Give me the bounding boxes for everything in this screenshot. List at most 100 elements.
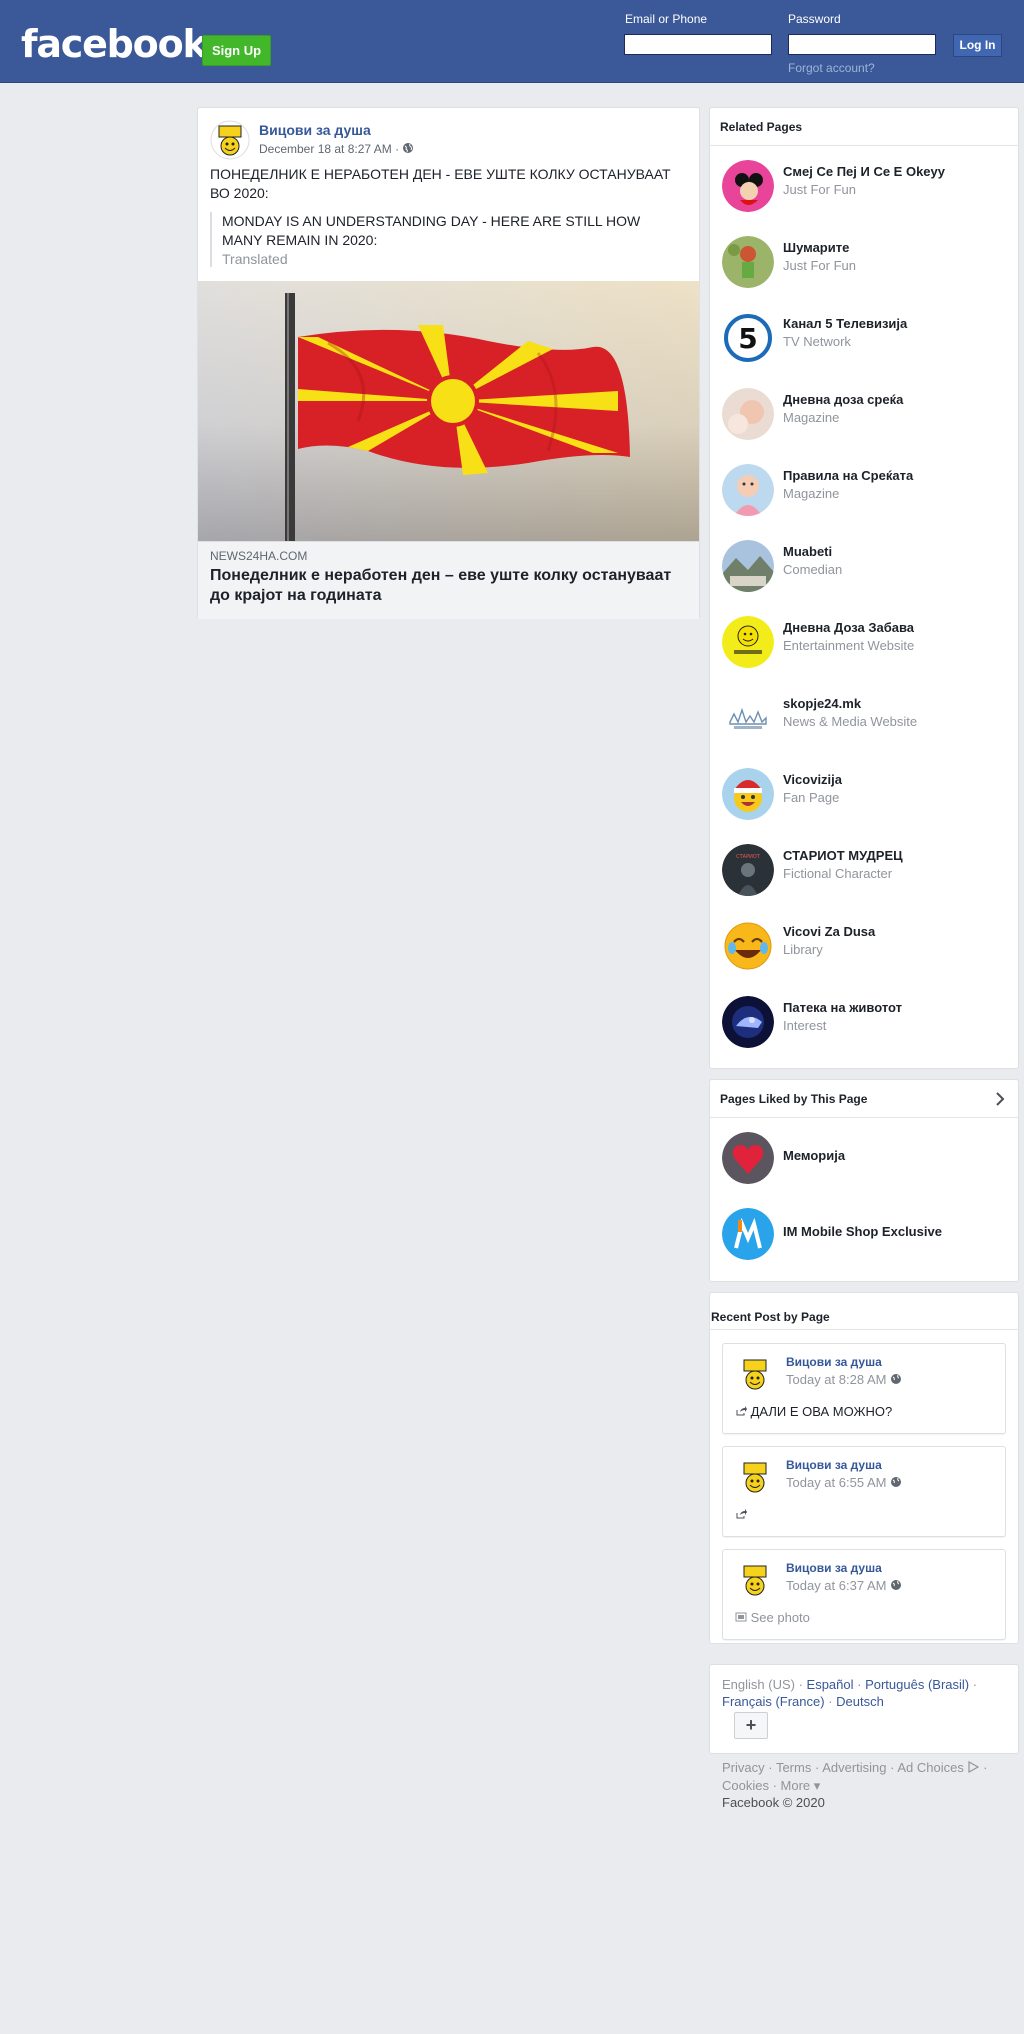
related-page-item[interactable]: Дневна Доза Забава Entertainment Website bbox=[722, 610, 1012, 670]
page-avatar[interactable] bbox=[722, 768, 774, 820]
more-languages-button[interactable]: + bbox=[734, 1712, 768, 1739]
recent-post-card[interactable]: Вицови за душа Today at 6:55 AM bbox=[722, 1446, 1006, 1537]
page-avatar[interactable] bbox=[722, 160, 774, 212]
related-page-item[interactable]: Правила на Среќата Magazine bbox=[722, 458, 1012, 518]
recent-post-card[interactable]: Вицови за душа Today at 8:28 AM ДАЛИ Е О… bbox=[722, 1343, 1006, 1434]
language-link[interactable]: Português (Brasil) bbox=[865, 1677, 969, 1692]
language-link[interactable]: Español bbox=[807, 1677, 854, 1692]
translation-block: MONDAY IS AN UNDERSTANDING DAY - HERE AR… bbox=[210, 212, 682, 267]
liked-page-item[interactable]: IM Mobile Shop Exclusive bbox=[722, 1202, 1012, 1262]
see-photo-link[interactable]: See photo bbox=[735, 1610, 810, 1626]
post-text: ПОНЕДЕЛНИК Е НЕРАБОТЕН ДЕН - ЕВЕ УШТЕ КО… bbox=[210, 166, 671, 201]
ad-choices-label: Ad Choices bbox=[897, 1760, 964, 1775]
footer-link[interactable]: Terms bbox=[776, 1760, 811, 1775]
post-body-text: ДАЛИ Е ОВА МОЖНО? bbox=[750, 1404, 893, 1419]
post-timestamp[interactable]: December 18 at 8:27 AM · bbox=[259, 142, 414, 157]
page-name[interactable]: Vicovizija bbox=[783, 772, 842, 787]
related-page-item[interactable]: Muabeti Comedian bbox=[722, 534, 1012, 594]
related-page-item[interactable]: СТАРИОТ СТАРИОТ МУДРЕЦ Fictional Charact… bbox=[722, 838, 1012, 898]
page-category: Magazine bbox=[783, 486, 840, 501]
pages-liked-title[interactable]: Pages Liked by This Page bbox=[720, 1092, 867, 1106]
page-avatar[interactable]: СТАРИОТ bbox=[722, 844, 774, 896]
page-avatar[interactable] bbox=[722, 920, 774, 972]
page-avatar[interactable] bbox=[722, 388, 774, 440]
related-page-item[interactable]: Смеј Се Пеј И Се Е Okeyy Just For Fun bbox=[722, 154, 1012, 214]
recent-post-card[interactable]: Вицови за душа Today at 6:37 AM See phot… bbox=[722, 1549, 1006, 1640]
facebook-logo[interactable]: facebook bbox=[21, 22, 208, 66]
page-name[interactable]: Muabeti bbox=[783, 544, 832, 559]
language-box: English (US) · Español · Português (Bras… bbox=[709, 1664, 1019, 1754]
page-name[interactable]: Канал 5 Телевизија bbox=[783, 316, 907, 331]
page-avatar[interactable] bbox=[722, 996, 774, 1048]
chevron-right-icon[interactable] bbox=[995, 1092, 1005, 1111]
related-page-item[interactable]: Дневна доза среќа Magazine bbox=[722, 382, 1012, 442]
liked-page-item[interactable]: Меморија bbox=[722, 1126, 1012, 1186]
link-domain: NEWS24HA.COM bbox=[210, 549, 308, 563]
recent-post-box: Recent Post by Page Вицови за душа Today… bbox=[709, 1292, 1019, 1644]
page-avatar[interactable] bbox=[735, 1457, 775, 1497]
page-name[interactable]: Смеј Се Пеј И Се Е Okeyy bbox=[783, 164, 945, 179]
page-name[interactable]: skopje24.mk bbox=[783, 696, 861, 711]
language-link[interactable]: Français (France) bbox=[722, 1694, 825, 1709]
page-avatar[interactable] bbox=[722, 1132, 774, 1184]
page-avatar[interactable]: 5 bbox=[722, 312, 774, 364]
svg-text:5: 5 bbox=[738, 322, 757, 355]
page-category: News & Media Website bbox=[783, 714, 918, 729]
footer-link[interactable]: Privacy bbox=[722, 1760, 765, 1775]
page-name[interactable]: IM Mobile Shop Exclusive bbox=[783, 1224, 942, 1239]
link-title[interactable]: Понеделник е неработен ден – еве уште ко… bbox=[210, 566, 680, 606]
related-pages-box: Related Pages Смеј Се Пеј И Се Е Okeyy J… bbox=[709, 107, 1019, 1069]
page-category: Interest bbox=[783, 1018, 827, 1033]
related-page-item[interactable]: 5 Канал 5 Телевизија TV Network bbox=[722, 306, 1012, 366]
related-page-item[interactable]: Vicovi Za Dusa Library bbox=[722, 914, 1012, 974]
footer-link[interactable]: Cookies bbox=[722, 1778, 769, 1793]
post-timestamp[interactable]: Today at 6:55 AM bbox=[786, 1475, 902, 1491]
log-in-button[interactable]: Log In bbox=[953, 34, 1002, 57]
post-timestamp[interactable]: Today at 6:37 AM bbox=[786, 1578, 902, 1594]
page-name[interactable]: Правила на Среќата bbox=[783, 468, 913, 483]
page-avatar[interactable] bbox=[722, 464, 774, 516]
page-avatar[interactable] bbox=[722, 540, 774, 592]
divider bbox=[710, 1117, 1018, 1118]
page-name[interactable]: СТАРИОТ МУДРЕЦ bbox=[783, 848, 903, 863]
link-image[interactable] bbox=[198, 281, 699, 541]
post-timestamp[interactable]: Today at 8:28 AM bbox=[786, 1372, 902, 1388]
footer-link[interactable]: Advertising bbox=[822, 1760, 886, 1775]
translated-label[interactable]: Translated bbox=[222, 251, 682, 267]
page-avatar[interactable] bbox=[722, 692, 774, 744]
photo-icon bbox=[735, 1611, 747, 1626]
related-page-item[interactable]: skopje24.mk News & Media Website bbox=[722, 686, 1012, 746]
ad-choices-icon bbox=[967, 1760, 980, 1777]
share-icon bbox=[735, 1508, 747, 1523]
page-category: Library bbox=[783, 942, 823, 957]
page-name[interactable]: Шумарите bbox=[783, 240, 849, 255]
page-avatar[interactable] bbox=[722, 1208, 774, 1260]
page-avatar[interactable] bbox=[735, 1560, 775, 1600]
page-name[interactable]: Патека на животот bbox=[783, 1000, 902, 1015]
page-name[interactable]: Дневна доза среќа bbox=[783, 392, 903, 407]
forgot-account-link[interactable]: Forgot account? bbox=[788, 61, 875, 75]
related-page-item[interactable]: Шумарите Just For Fun bbox=[722, 230, 1012, 290]
post-author[interactable]: Вицови за душа bbox=[786, 1458, 882, 1472]
language-link[interactable]: Deutsch bbox=[836, 1694, 884, 1709]
page-name[interactable]: Vicovi Za Dusa bbox=[783, 924, 875, 939]
globe-icon bbox=[402, 142, 414, 157]
post-author[interactable]: Вицови за душа bbox=[786, 1355, 882, 1369]
page-avatar[interactable] bbox=[722, 236, 774, 288]
related-page-item[interactable]: Патека на животот Interest bbox=[722, 990, 1012, 1050]
page-name[interactable]: Дневна Доза Забава bbox=[783, 620, 914, 635]
related-page-item[interactable]: Vicovizija Fan Page bbox=[722, 762, 1012, 822]
translated-text: MONDAY IS AN UNDERSTANDING DAY - HERE AR… bbox=[222, 213, 641, 248]
page-avatar[interactable] bbox=[210, 120, 250, 160]
footer-link[interactable]: Ad Choices bbox=[897, 1760, 980, 1777]
email-field[interactable] bbox=[624, 34, 772, 55]
footer-link[interactable]: More ▾ bbox=[781, 1778, 821, 1793]
post-author[interactable]: Вицови за душа bbox=[786, 1561, 882, 1575]
page-name[interactable]: Меморија bbox=[783, 1148, 845, 1163]
page-avatar[interactable] bbox=[722, 616, 774, 668]
post-author[interactable]: Вицови за душа bbox=[259, 122, 371, 138]
link-preview[interactable]: NEWS24HA.COM Понеделник е неработен ден … bbox=[198, 541, 699, 619]
password-field[interactable] bbox=[788, 34, 936, 55]
sign-up-button[interactable]: Sign Up bbox=[202, 35, 271, 66]
page-avatar[interactable] bbox=[735, 1354, 775, 1394]
